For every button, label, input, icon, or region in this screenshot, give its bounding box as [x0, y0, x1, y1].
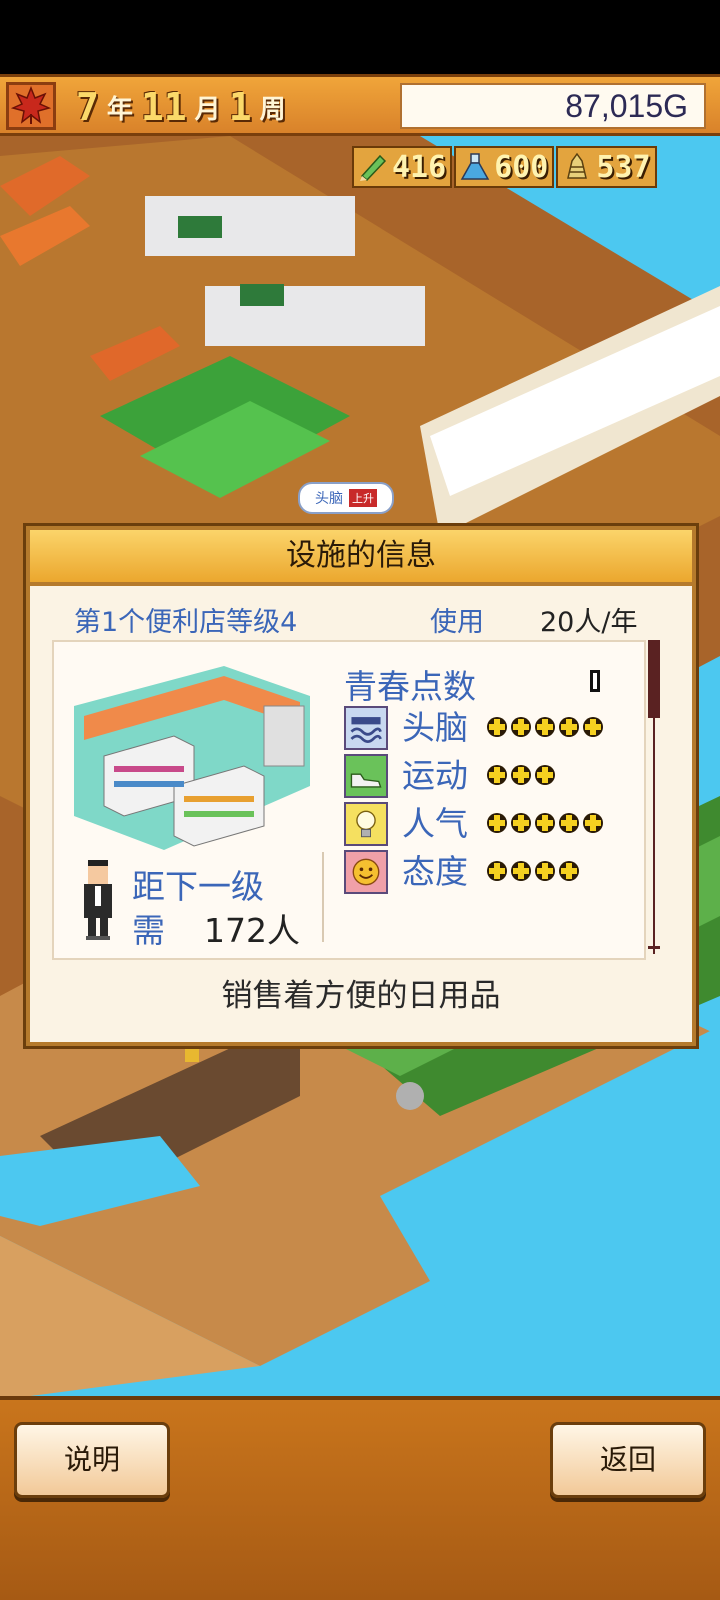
panel-scrollbar[interactable]	[648, 640, 660, 956]
brain-icon	[344, 706, 388, 750]
maple-leaf-icon	[6, 82, 56, 130]
scrollbar-thumb[interactable]	[648, 640, 660, 718]
scrollbar-end	[648, 946, 660, 949]
stat-label-brain: 头脑	[402, 708, 468, 747]
next-level-label: 距下一级	[132, 867, 264, 906]
date-display: 7 年 11 月 1 周	[72, 85, 290, 129]
stat-row-attitude: 态度	[344, 850, 624, 894]
level-plus-icon	[487, 717, 507, 737]
stat-row-popularity: 人气	[344, 802, 624, 846]
stat-row-brain: 头脑	[344, 706, 624, 750]
level-plus-icon	[511, 861, 531, 881]
stat-label-sport: 运动	[402, 756, 468, 795]
research-points: 600	[454, 146, 555, 188]
level-plus-icon	[535, 861, 555, 881]
level-plus-icon	[535, 765, 555, 785]
level-plus-icon	[511, 717, 531, 737]
youth-points-label: 青春点数	[344, 667, 476, 706]
date-bar: 7 年 11 月 1 周 87,015G	[0, 74, 720, 136]
panel-divider	[322, 852, 324, 942]
bubble-label: 头脑	[315, 491, 343, 507]
week-value: 1	[228, 85, 252, 129]
stat-level-brain	[486, 716, 604, 740]
study-points-value: 416	[392, 149, 447, 185]
stat-label-popularity: 人气	[402, 804, 468, 843]
year-unit: 年	[106, 94, 133, 125]
level-plus-icon	[487, 813, 507, 833]
stat-level-popularity	[486, 812, 604, 836]
bell-points-value: 537	[596, 149, 651, 185]
month-value: 11	[140, 85, 187, 129]
dialog-title: 设施的信息	[30, 530, 692, 586]
usage-label: 使用	[430, 607, 484, 638]
facility-detail-panel[interactable]: 距下一级 需 172人 青春点数 头脑 运动 人气 态度	[52, 640, 646, 960]
help-button[interactable]: 说明	[14, 1422, 170, 1498]
stat-level-attitude	[486, 860, 580, 884]
bubble-badge: 上升	[349, 489, 377, 507]
research-points-value: 600	[494, 149, 549, 185]
level-plus-icon	[583, 813, 603, 833]
level-plus-icon	[583, 717, 603, 737]
youth-points-marker	[590, 670, 600, 692]
level-plus-icon	[559, 861, 579, 881]
level-plus-icon	[559, 717, 579, 737]
need-value: 172人	[204, 911, 300, 950]
money-display: 87,015G	[400, 83, 706, 129]
level-plus-icon	[487, 861, 507, 881]
back-button[interactable]: 返回	[550, 1422, 706, 1498]
month-unit: 月	[194, 94, 221, 125]
stat-level-sport	[486, 764, 556, 788]
study-points: 416	[352, 146, 453, 188]
usage-value: 20人/年	[540, 607, 638, 638]
scrollbar-track	[653, 718, 655, 954]
points-bar: 416 600 537	[352, 146, 657, 188]
level-plus-icon	[487, 765, 507, 785]
bell-points: 537	[556, 146, 657, 188]
bell-icon	[567, 152, 588, 179]
flask-icon	[460, 153, 490, 180]
stat-up-bubble: 头脑 上升	[298, 482, 394, 514]
shoe-icon	[344, 754, 388, 798]
facility-name: 第1个便利店等级4	[74, 607, 298, 638]
stat-label-attitude: 态度	[402, 852, 468, 891]
level-plus-icon	[511, 813, 531, 833]
student-avatar	[84, 860, 112, 940]
level-plus-icon	[535, 813, 555, 833]
level-plus-icon	[559, 813, 579, 833]
pencil-icon	[360, 154, 387, 182]
level-plus-icon	[535, 717, 555, 737]
year-value: 7	[76, 85, 99, 129]
facility-description: 销售着方便的日用品	[221, 978, 501, 1014]
week-unit: 周	[259, 94, 286, 125]
smiley-icon	[344, 850, 388, 894]
system-status-bar	[0, 0, 720, 74]
facility-info-dialog: 设施的信息 第1个便利店等级4 使用 20人/年 距下一级 需 172人 青春点…	[26, 526, 696, 1046]
stat-row-sport: 运动	[344, 754, 624, 798]
lightbulb-icon	[344, 802, 388, 846]
bottom-bar: 说明 返回	[0, 1396, 720, 1600]
convenience-store-image	[74, 666, 310, 850]
level-plus-icon	[511, 765, 531, 785]
need-label: 需	[132, 911, 165, 950]
